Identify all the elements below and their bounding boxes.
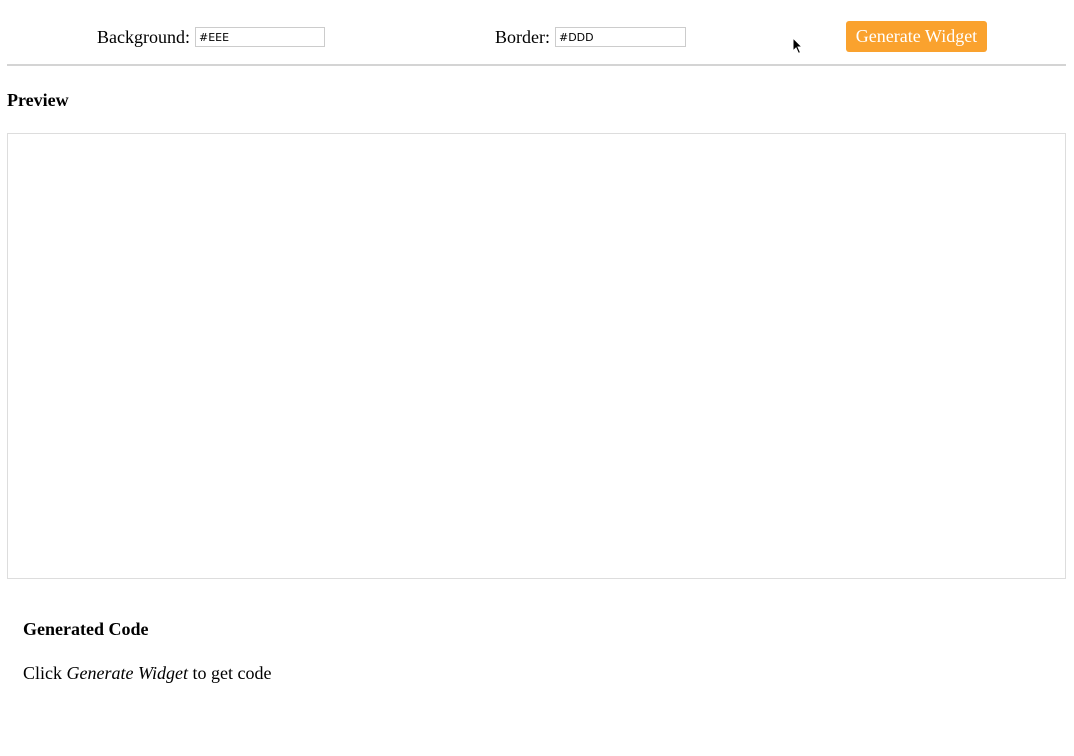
- hint-emphasis: Generate Widget: [66, 663, 188, 683]
- background-label: Background:: [97, 27, 190, 47]
- toolbar: Background: Border: Generate Widget: [0, 0, 1074, 66]
- border-field: Border:: [495, 25, 686, 49]
- generate-widget-button[interactable]: Generate Widget: [846, 21, 987, 52]
- hint-prefix: Click: [23, 663, 67, 683]
- preview-heading: Preview: [7, 90, 69, 110]
- hint-suffix: to get code: [187, 663, 272, 683]
- generated-code-hint: Click Generate Widget to get code: [23, 662, 271, 684]
- background-color-input[interactable]: [194, 27, 325, 47]
- border-label: Border:: [495, 27, 550, 47]
- generated-code-heading: Generated Code: [23, 619, 149, 639]
- mouse-pointer-icon: [792, 37, 804, 55]
- background-field: Background:: [97, 25, 325, 49]
- toolbar-divider: [7, 64, 1066, 66]
- border-color-input[interactable]: [554, 27, 686, 47]
- preview-frame: [7, 133, 1066, 579]
